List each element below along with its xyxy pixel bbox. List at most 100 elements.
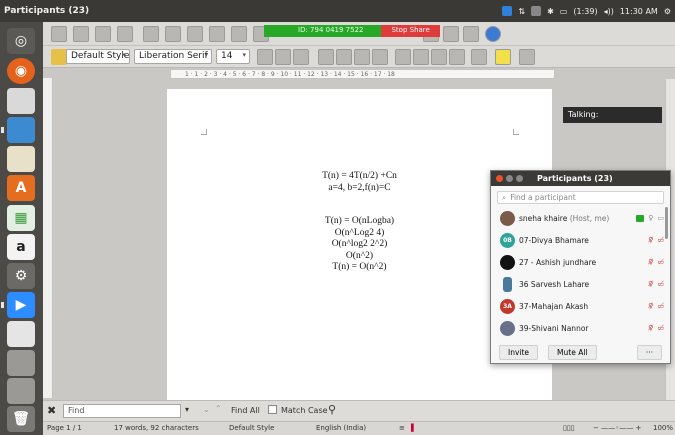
participants-scrollbar[interactable] (665, 207, 668, 239)
video-off-icon[interactable]: ▭̸ (657, 280, 664, 288)
justify-icon[interactable] (372, 49, 388, 65)
trash-icon[interactable]: 🗑 (7, 406, 35, 432)
calc-icon[interactable]: ▦ (7, 205, 35, 231)
new-document-icon[interactable] (51, 26, 67, 42)
participant-search-input[interactable]: ⌕ Find a participant (497, 191, 664, 204)
amazon-icon[interactable]: a (7, 234, 35, 260)
bluetooth-icon[interactable]: ✱ (547, 7, 554, 16)
chevron-down-icon[interactable]: ▾ (185, 405, 189, 414)
close-icon[interactable] (496, 175, 503, 182)
video-off-icon[interactable]: ▭̸ (657, 302, 664, 310)
drive2-icon[interactable] (7, 378, 35, 404)
word-count[interactable]: 17 words, 92 characters (114, 424, 199, 432)
participant-row[interactable]: 0B 07-Divya Bhamare ♀̸ ▭̸ (491, 229, 670, 251)
gear-icon[interactable]: ⚙ (664, 7, 671, 16)
pilcrow-icon[interactable] (463, 26, 479, 42)
mic-muted-icon[interactable]: ♀̸ (648, 324, 653, 332)
document-viewer-icon[interactable] (7, 146, 35, 172)
mic-muted-icon[interactable]: ♀̸ (648, 280, 653, 288)
files-icon[interactable] (7, 88, 35, 114)
clock[interactable]: 11:30 AM (620, 7, 658, 16)
video-off-icon[interactable]: ▭̸ (657, 258, 664, 266)
settings-icon[interactable]: ⚙ (7, 263, 35, 289)
maximize-icon[interactable] (516, 175, 523, 182)
formatting-marks-icon[interactable] (443, 26, 459, 42)
indent-icon[interactable] (449, 49, 465, 65)
font-color-icon[interactable] (519, 49, 535, 65)
font-name-select[interactable]: Liberation Serif ▾ (134, 49, 212, 64)
align-right-icon[interactable] (354, 49, 370, 65)
align-left-icon[interactable] (318, 49, 334, 65)
video-icon[interactable]: ▭ (657, 214, 664, 222)
zoom-icon[interactable]: ▶ (1, 292, 35, 318)
document-icon[interactable] (7, 321, 35, 347)
drive-icon[interactable] (7, 350, 35, 376)
software-center-icon[interactable]: A (7, 175, 35, 201)
mic-muted-icon[interactable]: ♀̸ (648, 258, 653, 266)
autospell-icon[interactable] (231, 26, 247, 42)
underline-icon[interactable] (293, 49, 309, 65)
firefox-icon[interactable]: ◉ (7, 58, 35, 84)
paragraph-style-select[interactable]: Default Style ▾ (66, 49, 130, 64)
numbering-icon[interactable] (413, 49, 429, 65)
vertical-ruler[interactable] (43, 78, 53, 398)
close-icon[interactable]: ✖ (47, 404, 56, 417)
bullets-icon[interactable] (395, 49, 411, 65)
edit-doc-icon[interactable] (117, 26, 133, 42)
page-count[interactable]: Page 1 / 1 (47, 424, 82, 432)
participant-name: 07-Divya Bhamare (519, 235, 589, 245)
match-case-checkbox[interactable] (268, 405, 277, 414)
find-replace-icon[interactable]: ⚲ (328, 403, 336, 416)
align-center-icon[interactable] (336, 49, 352, 65)
battery-icon[interactable]: ▭ (560, 7, 568, 16)
doc-modified-icon[interactable]: ▌ (411, 424, 416, 432)
video-off-icon[interactable]: ▭̸ (657, 236, 664, 244)
video-on-icon[interactable] (636, 214, 645, 222)
styles-icon[interactable] (51, 49, 67, 65)
bold-icon[interactable] (257, 49, 273, 65)
italic-icon[interactable] (275, 49, 291, 65)
video-off-icon[interactable]: ▭̸ (657, 324, 664, 332)
search-icon[interactable]: ◎ (7, 28, 35, 54)
open-icon[interactable] (73, 26, 89, 42)
participant-row[interactable]: 3A 37-Mahajan Akash ♀̸ ▭̸ (491, 295, 670, 317)
help-icon[interactable] (485, 26, 501, 42)
stop-share-button[interactable]: Stop Share (381, 25, 440, 37)
spellcheck-icon[interactable] (209, 26, 225, 42)
zoom-tray-icon[interactable] (502, 6, 513, 16)
keyboard-layout-icon[interactable] (531, 6, 542, 16)
find-all-button[interactable]: Find All (231, 406, 260, 415)
view-layout-icon[interactable]: ▯▯▯ (563, 424, 575, 432)
writer-icon[interactable] (1, 117, 35, 143)
mute-all-button[interactable]: Mute All (548, 344, 597, 360)
more-button[interactable]: ··· (636, 344, 662, 360)
export-pdf-icon[interactable] (143, 26, 159, 42)
minimize-icon[interactable] (506, 175, 513, 182)
participant-row[interactable]: 39-Shivani Nannor ♀̸ ▭̸ (491, 317, 670, 339)
find-input[interactable]: Find (63, 404, 181, 418)
mic-muted-icon[interactable]: ♀̸ (648, 236, 653, 244)
mic-muted-icon[interactable]: ♀̸ (648, 302, 653, 310)
zoom-slider[interactable]: − ——◦—— + (593, 424, 641, 432)
participant-row[interactable]: sneha khaire (Host, me) ♀ ▭ (491, 207, 670, 229)
background-color-icon[interactable] (471, 49, 487, 65)
font-size-select[interactable]: 14 ▾ (216, 49, 250, 64)
horizontal-ruler[interactable]: 1 · 1 · 2 · 3 · 4 · 5 · 6 · 7 · 8 · 9 · … (170, 69, 555, 79)
find-next-icon[interactable]: ⌃ (215, 404, 222, 413)
save-icon[interactable] (95, 26, 111, 42)
participant-row[interactable]: 36 Sarvesh Lahare ♀̸ ▭̸ (491, 273, 670, 295)
print-preview-icon[interactable] (187, 26, 203, 42)
highlight-icon[interactable] (495, 49, 511, 65)
page-style[interactable]: Default Style (229, 424, 274, 432)
language[interactable]: English (India) (316, 424, 366, 432)
outdent-icon[interactable] (431, 49, 447, 65)
network-icon[interactable]: ⇅ (518, 7, 525, 16)
participant-row[interactable]: 27 - Ashish jundhare ♀̸ ▭̸ (491, 251, 670, 273)
zoom-level[interactable]: 100% (653, 424, 673, 432)
print-icon[interactable] (165, 26, 181, 42)
window-title: Participants (23) (4, 6, 90, 16)
mic-icon[interactable]: ♀ (648, 214, 653, 222)
find-previous-icon[interactable]: ⌄ (203, 405, 210, 414)
invite-button[interactable]: Invite (499, 344, 539, 360)
volume-icon[interactable]: ◂)) (604, 7, 614, 16)
